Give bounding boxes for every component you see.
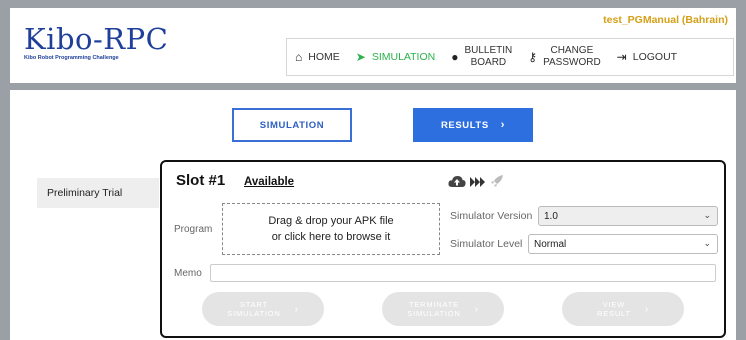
simulator-version-value: 1.0 bbox=[544, 210, 558, 222]
nav-home-label: HOME bbox=[308, 51, 340, 63]
start-simulation-button[interactable]: START SIMULATION › bbox=[202, 292, 324, 326]
fast-forward-icon bbox=[470, 175, 486, 190]
nav-change-password[interactable]: ⚷ CHANGE PASSWORD bbox=[520, 39, 608, 75]
slot-title: Slot #1 bbox=[176, 172, 226, 189]
tab-results[interactable]: RESULTS › bbox=[413, 108, 533, 142]
chevron-right-icon: › bbox=[294, 303, 299, 315]
simulator-level-value: Normal bbox=[534, 238, 567, 250]
terminate-line1: TERMINATE bbox=[408, 300, 459, 309]
logo[interactable]: Kibo-RPC Kibo Robot Programming Challeng… bbox=[24, 24, 168, 61]
start-simulation-label: START SIMULATION bbox=[227, 300, 280, 318]
top-header: Kibo-RPC Kibo Robot Programming Challeng… bbox=[10, 8, 736, 83]
user-label: test_PGManual (Bahrain) bbox=[603, 14, 728, 26]
nav-bulletin-board[interactable]: ● BULLETIN BOARD bbox=[443, 39, 520, 75]
terminate-line2: SIMULATION bbox=[407, 309, 461, 318]
nav-simulation-label: SIMULATION bbox=[371, 51, 436, 63]
nav-bulletin-line1: BULLETIN bbox=[464, 45, 513, 56]
chevron-right-icon: › bbox=[474, 303, 479, 315]
nav-change-password-label: CHANGE PASSWORD bbox=[543, 45, 601, 69]
tab-simulation[interactable]: SIMULATION bbox=[232, 108, 352, 142]
view-result-label: VIEW RESULT bbox=[597, 300, 631, 318]
tab-results-label: RESULTS bbox=[440, 119, 489, 131]
main-nav: ⌂ HOME ➤ SIMULATION ● BULLETIN BOARD ⚷ C… bbox=[286, 38, 734, 76]
view-line2: RESULT bbox=[597, 309, 631, 318]
start-line2: SIMULATION bbox=[227, 309, 281, 318]
chevron-down-icon: ⌄ bbox=[703, 238, 711, 248]
slot-status-icons bbox=[448, 174, 504, 191]
program-label: Program bbox=[174, 224, 213, 235]
tab-simulation-label: SIMULATION bbox=[259, 119, 325, 131]
home-icon: ⌂ bbox=[295, 50, 303, 64]
apk-dropzone[interactable]: Drag & drop your APK file or click here … bbox=[222, 203, 440, 255]
rocket-icon bbox=[490, 174, 504, 191]
chevron-down-icon: ⌄ bbox=[703, 210, 711, 220]
simulator-level-select[interactable]: Normal ⌄ bbox=[528, 234, 718, 254]
simulator-version-select[interactable]: 1.0 ⌄ bbox=[538, 206, 718, 226]
view-line1: VIEW bbox=[602, 300, 626, 309]
start-line1: START bbox=[239, 300, 268, 309]
terminate-simulation-label: TERMINATE SIMULATION bbox=[407, 300, 460, 318]
nav-bulletin-line2: BOARD bbox=[470, 57, 507, 68]
view-result-button[interactable]: VIEW RESULT › bbox=[562, 292, 684, 326]
chat-bubbles-icon: ● bbox=[451, 50, 459, 64]
main-panel: SIMULATION RESULTS › Preliminary Trial S… bbox=[10, 90, 736, 340]
nav-simulation[interactable]: ➤ SIMULATION bbox=[348, 39, 443, 75]
chevron-right-icon: › bbox=[644, 303, 649, 315]
logo-title: Kibo-RPC bbox=[24, 22, 169, 56]
terminate-simulation-button[interactable]: TERMINATE SIMULATION › bbox=[382, 292, 504, 326]
slot-status: Available bbox=[244, 176, 295, 188]
nav-change-line2: PASSWORD bbox=[543, 57, 601, 68]
sidebar-item-preliminary-trial[interactable]: Preliminary Trial bbox=[37, 178, 159, 208]
nav-logout-label: LOGOUT bbox=[632, 51, 678, 63]
nav-bulletin-board-label: BULLETIN BOARD bbox=[464, 45, 512, 69]
logout-icon: ⇥ bbox=[616, 50, 627, 64]
dropzone-line2: or click here to browse it bbox=[271, 231, 391, 243]
nav-logout[interactable]: ⇥ LOGOUT bbox=[609, 39, 685, 75]
dropzone-line1: Drag & drop your APK file bbox=[268, 215, 394, 227]
cloud-upload-icon bbox=[448, 175, 466, 191]
simulator-version-label: Simulator Version bbox=[450, 210, 533, 222]
nav-home[interactable]: ⌂ HOME bbox=[287, 39, 348, 75]
simulator-level-label: Simulator Level bbox=[450, 238, 523, 250]
paper-plane-icon: ➤ bbox=[355, 50, 366, 64]
memo-input[interactable] bbox=[210, 264, 716, 282]
nav-change-line1: CHANGE bbox=[550, 45, 594, 56]
key-icon: ⚷ bbox=[528, 50, 538, 64]
memo-label: Memo bbox=[174, 268, 202, 279]
slot-card: Slot #1 Available Program Drag & drop yo… bbox=[160, 160, 726, 338]
chevron-right-icon: › bbox=[500, 119, 506, 131]
sidebar-item-label: Preliminary Trial bbox=[47, 187, 123, 199]
